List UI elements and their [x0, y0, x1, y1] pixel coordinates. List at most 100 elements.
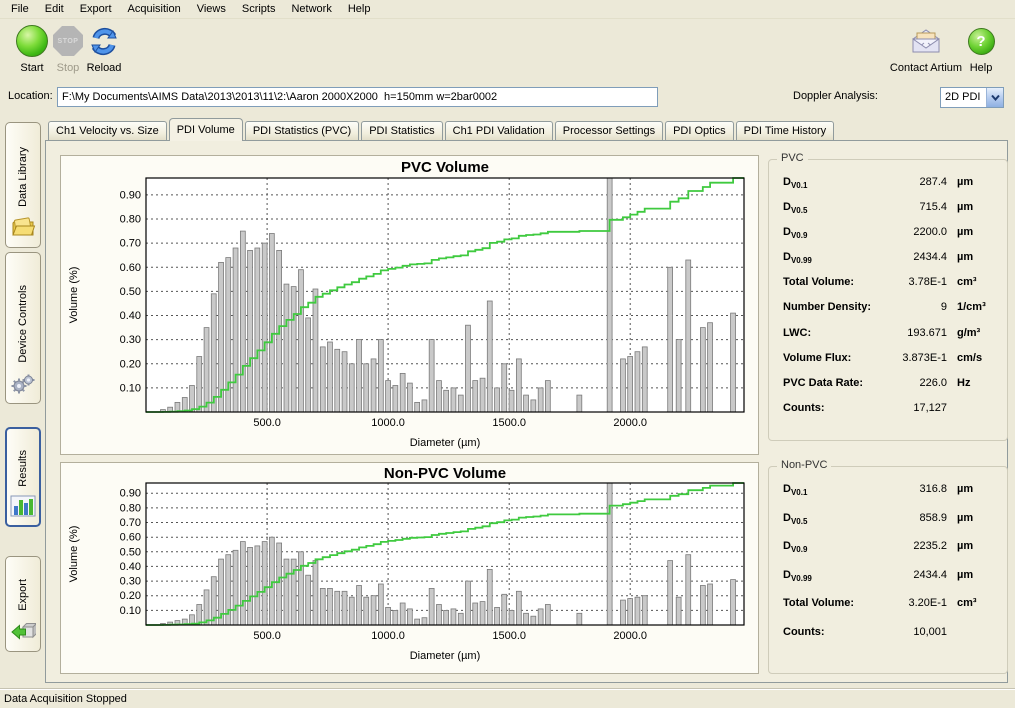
- svg-text:0.30: 0.30: [120, 334, 141, 346]
- folder-icon: [10, 215, 36, 239]
- svg-text:1000.0: 1000.0: [371, 630, 405, 642]
- stat-unit: µm: [947, 201, 973, 213]
- tab-pdi-statistics[interactable]: PDI Statistics: [361, 121, 442, 141]
- pvc-groupbox-title: PVC: [777, 152, 808, 164]
- svg-text:Diameter (µm): Diameter (µm): [410, 650, 481, 662]
- stat-row: Total Volume:3.78E-1cm³: [783, 276, 999, 301]
- stat-value: 2434.4: [887, 251, 947, 263]
- stat-row: DV0.1316.8µm: [783, 483, 999, 512]
- stat-label: DV0.5: [783, 201, 887, 215]
- svg-text:0.20: 0.20: [120, 358, 141, 370]
- menu-file[interactable]: File: [3, 1, 37, 17]
- svg-text:0.70: 0.70: [120, 238, 141, 250]
- stat-label: PVC Data Rate:: [783, 377, 887, 389]
- tab-pdi-volume[interactable]: PDI Volume: [169, 118, 243, 141]
- stat-row: LWC:193.671g/m³: [783, 327, 999, 352]
- stat-unit: Hz: [947, 377, 970, 389]
- menu-network[interactable]: Network: [283, 1, 339, 17]
- sidebar-item-label: Export: [17, 579, 29, 611]
- stat-value: 9: [887, 301, 947, 313]
- sidebar-item-export[interactable]: Export: [5, 556, 41, 652]
- svg-text:0.40: 0.40: [120, 561, 141, 573]
- svg-text:0.20: 0.20: [120, 590, 141, 602]
- doppler-analysis-value: 2D PDI: [941, 88, 986, 107]
- svg-text:1000.0: 1000.0: [371, 417, 405, 429]
- stat-label: Total Volume:: [783, 597, 887, 609]
- svg-text:0.10: 0.10: [120, 382, 141, 394]
- svg-text:0.10: 0.10: [120, 605, 141, 617]
- tab-processor-settings[interactable]: Processor Settings: [555, 121, 663, 141]
- tab-ch1-velocity-vs-size[interactable]: Ch1 Velocity vs. Size: [48, 121, 167, 141]
- stat-label: Total Volume:: [783, 276, 887, 288]
- location-row: Location: Doppler Analysis: 2D PDI: [0, 84, 1015, 110]
- svg-text:0.90: 0.90: [120, 488, 141, 500]
- menu-bar: FileEditExportAcquisitionViewsScriptsNet…: [0, 0, 1015, 19]
- stat-label: DV0.99: [783, 251, 887, 265]
- sidebar-item-label: Results: [17, 450, 29, 487]
- svg-text:0.60: 0.60: [120, 262, 141, 274]
- stat-value: 2200.0: [887, 226, 947, 238]
- menu-scripts[interactable]: Scripts: [234, 1, 284, 17]
- stat-row: Number Density:91/cm³: [783, 301, 999, 326]
- svg-text:Non-PVC Volume: Non-PVC Volume: [384, 465, 506, 482]
- svg-text:PVC Volume: PVC Volume: [401, 159, 489, 176]
- stat-unit: 1/cm³: [947, 301, 986, 313]
- svg-text:2000.0: 2000.0: [613, 630, 647, 642]
- menu-export[interactable]: Export: [72, 1, 120, 17]
- stat-value: 3.78E-1: [887, 276, 947, 288]
- reload-button[interactable]: Reload: [76, 22, 132, 74]
- stat-unit: µm: [947, 512, 973, 524]
- toolbar: Start STOP Stop Reload: [0, 20, 1015, 82]
- sidebar-item-device-controls[interactable]: Device Controls: [5, 252, 41, 404]
- sidebar-item-results[interactable]: Results: [5, 427, 41, 527]
- stat-row: DV0.5858.9µm: [783, 512, 999, 541]
- stat-row: Counts:17,127: [783, 402, 999, 427]
- svg-text:0.30: 0.30: [120, 576, 141, 588]
- tab-pdi-time-history[interactable]: PDI Time History: [736, 121, 835, 141]
- stat-row: DV0.1287.4µm: [783, 176, 999, 201]
- stat-label: Counts:: [783, 626, 887, 638]
- doppler-analysis-label: Doppler Analysis:: [793, 90, 878, 102]
- svg-text:500.0: 500.0: [253, 630, 281, 642]
- tab-ch1-pdi-validation[interactable]: Ch1 PDI Validation: [445, 121, 553, 141]
- doppler-analysis-select[interactable]: 2D PDI: [940, 87, 1004, 108]
- menu-acquisition[interactable]: Acquisition: [120, 1, 189, 17]
- stat-unit: µm: [947, 569, 973, 581]
- menu-help[interactable]: Help: [340, 1, 379, 17]
- stat-value: 226.0: [887, 377, 947, 389]
- stat-value: 3.873E-1: [887, 352, 947, 364]
- stat-label: Number Density:: [783, 301, 887, 313]
- svg-text:0.80: 0.80: [120, 214, 141, 226]
- pvc-stats-groupbox: PVC DV0.1287.4µmDV0.5715.4µmDV0.92200.0µ…: [768, 159, 1008, 441]
- stat-row: DV0.992434.4µm: [783, 569, 999, 598]
- stat-value: 3.20E-1: [887, 597, 947, 609]
- stat-value: 10,001: [887, 626, 947, 638]
- contact-artium-button[interactable]: Contact Artium: [884, 22, 968, 74]
- stat-value: 193.671: [887, 327, 947, 339]
- menu-views[interactable]: Views: [189, 1, 234, 17]
- tab-pdi-statistics-pvc-[interactable]: PDI Statistics (PVC): [245, 121, 359, 141]
- non-pvc-stat-rows: DV0.1316.8µmDV0.5858.9µmDV0.92235.2µmDV0…: [783, 483, 999, 654]
- stat-row: DV0.92200.0µm: [783, 226, 999, 251]
- svg-text:0.90: 0.90: [120, 189, 141, 201]
- help-button-label: Help: [970, 62, 993, 74]
- stat-row: PVC Data Rate:226.0Hz: [783, 377, 999, 402]
- export-arrow-icon: [10, 619, 36, 643]
- stat-row: DV0.92235.2µm: [783, 540, 999, 569]
- help-button[interactable]: ? Help: [958, 22, 1004, 74]
- svg-text:2000.0: 2000.0: [613, 417, 647, 429]
- chevron-down-icon[interactable]: [986, 88, 1003, 107]
- sidebar-item-label: Device Controls: [17, 285, 29, 363]
- stat-label: LWC:: [783, 327, 887, 339]
- stat-label: DV0.5: [783, 512, 887, 526]
- tab-pdi-optics[interactable]: PDI Optics: [665, 121, 734, 141]
- sidebar-item-data-library[interactable]: Data Library: [5, 122, 41, 248]
- stat-value: 316.8: [887, 483, 947, 495]
- non-pvc-stats-groupbox: Non-PVC DV0.1316.8µmDV0.5858.9µmDV0.9223…: [768, 466, 1008, 674]
- stat-value: 2434.4: [887, 569, 947, 581]
- stat-label: DV0.1: [783, 483, 887, 497]
- location-input[interactable]: [57, 87, 658, 107]
- menu-edit[interactable]: Edit: [37, 1, 72, 17]
- stat-unit: cm/s: [947, 352, 982, 364]
- stat-row: Volume Flux:3.873E-1cm/s: [783, 352, 999, 377]
